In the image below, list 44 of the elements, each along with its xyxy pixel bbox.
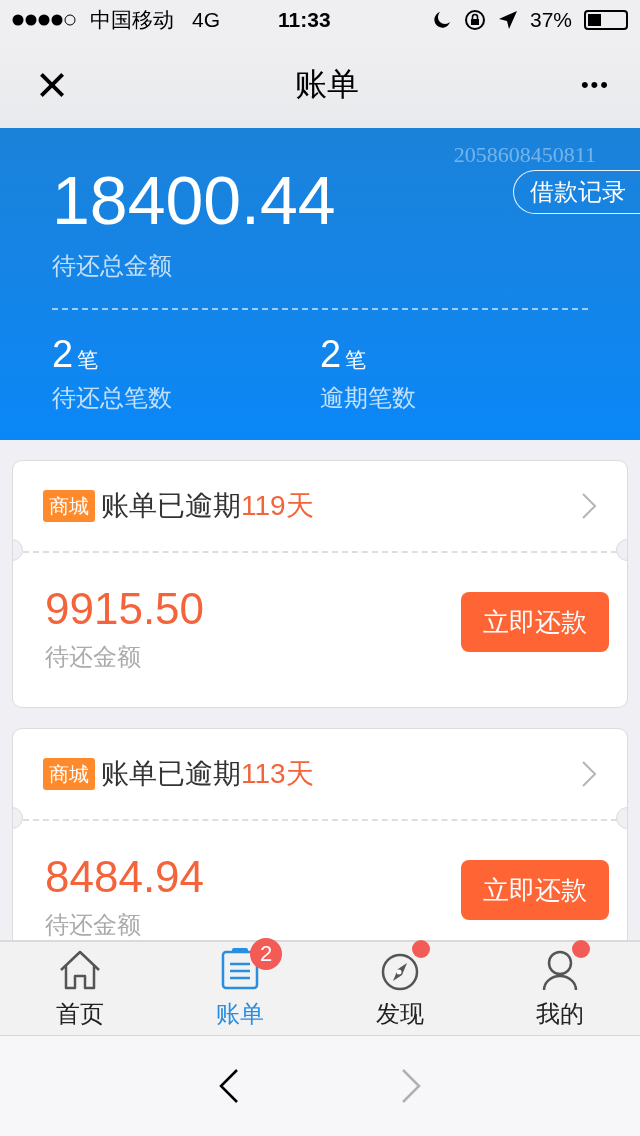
clipboard-icon [220,945,260,992]
count-unit: 笔 [345,347,367,373]
user-id-text: 2058608450811 [453,141,596,169]
total-amount: 18400.44 [52,161,336,240]
rotation-lock-icon [463,9,486,31]
chevron-right-icon [581,492,597,520]
card-notch [13,807,24,829]
signal-icon [12,13,78,27]
bill-amount-label: 待还金额 [45,642,142,672]
mall-tag: 商城 [43,490,95,522]
total-amount-label: 待还总金额 [52,251,173,281]
card-notch [616,807,627,829]
more-button[interactable]: ••• [580,67,610,101]
network-type: 4G [192,7,220,34]
bill-status: 账单已逾期113天 [101,757,314,791]
carrier-name: 中国移动 [90,7,174,34]
location-arrow-icon [497,10,518,30]
back-button[interactable] [218,1068,240,1104]
mall-tag: 商城 [43,758,95,790]
card-notch [13,539,24,561]
battery-icon [584,10,628,30]
tab-item[interactable]: 发现 [320,942,480,1035]
tab-item[interactable]: 首页 [0,942,160,1035]
page-title: 账单 [295,65,360,104]
bill-card[interactable]: 商城 账单已逾期113天 8484.94 待还金额 立即还款 [12,728,628,940]
close-button[interactable]: × [30,57,74,111]
card-notch [616,539,627,561]
compass-icon [380,951,420,992]
bill-card[interactable]: 商城 账单已逾期119天 9915.50 待还金额 立即还款 [12,460,628,708]
bill-amount: 9915.50 [45,583,205,635]
clock: 11:33 [278,7,331,34]
count-value: 2 [320,332,342,376]
tab-item[interactable]: 我的 [480,942,640,1035]
chevron-right-icon [581,760,597,788]
bill-amount-label: 待还金额 [45,910,142,940]
battery-percent: 37% [529,7,572,34]
count-value: 2 [52,332,74,376]
count-label: 待还总笔数 [52,383,173,413]
notification-badge: 2 [250,937,282,970]
count-unit: 笔 [77,347,99,373]
count-label: 逾期笔数 [320,383,417,413]
bill-amount: 8484.94 [45,851,205,903]
bill-status: 账单已逾期119天 [101,489,314,523]
moon-icon [431,10,452,30]
